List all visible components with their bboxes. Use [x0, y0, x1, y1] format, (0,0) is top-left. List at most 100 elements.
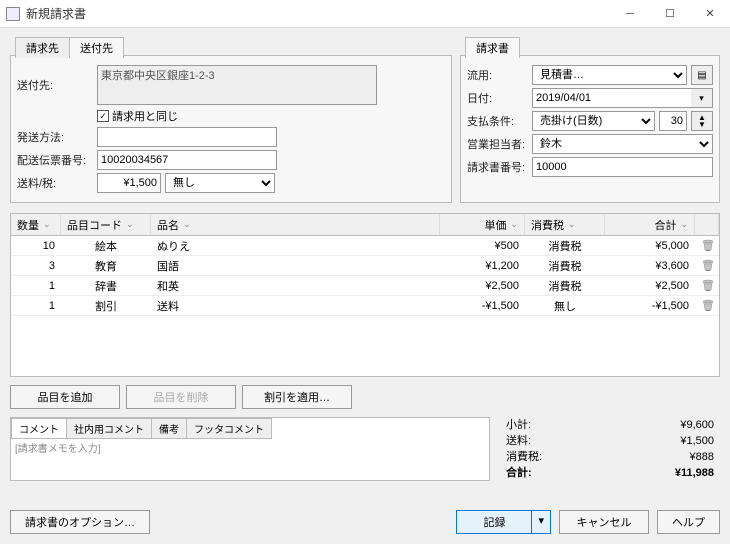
cell-qty: 10: [11, 240, 61, 252]
postage-input[interactable]: [97, 173, 161, 193]
table-row[interactable]: 1辞書和英¥2,500消費税¥2,500🗑: [11, 276, 719, 296]
totals-panel: 小計:¥9,600 送料:¥1,500 消費税:¥888 合計:¥11,988: [500, 417, 720, 481]
cell-name: 送料: [151, 298, 440, 314]
subtotal-label: 小計:: [506, 417, 531, 433]
cancel-button[interactable]: キャンセル: [559, 510, 649, 534]
ship-address-textarea[interactable]: 東京都中央区銀座1-2-3: [97, 65, 377, 105]
window-title: 新規請求書: [26, 5, 610, 22]
col-name[interactable]: 品名⌄: [151, 214, 440, 235]
cell-name: 和英: [151, 278, 440, 294]
cell-price: ¥1,200: [440, 260, 525, 272]
app-icon: [6, 7, 20, 21]
record-button-label: 記録: [456, 510, 532, 534]
table-row[interactable]: 10絵本ぬりえ¥500消費税¥5,000🗑: [11, 236, 719, 256]
table-row[interactable]: 3教育国語¥1,200消費税¥3,600🗑: [11, 256, 719, 276]
reuse-label: 流用:: [467, 67, 532, 83]
total-label: 合計:: [506, 465, 532, 481]
cell-code: 絵本: [61, 238, 151, 254]
chevron-down-icon: ⌄: [510, 219, 518, 230]
cell-price: ¥500: [440, 240, 525, 252]
apply-discount-button[interactable]: 割引を適用…: [242, 385, 352, 409]
row-delete-button[interactable]: 🗑: [695, 239, 719, 252]
date-picker-button[interactable]: ▾: [691, 88, 713, 108]
comment-tab-3[interactable]: 備考: [152, 418, 187, 439]
terms-select[interactable]: 売掛け(日数): [532, 111, 655, 131]
chevron-down-icon: ⌄: [680, 219, 688, 230]
rep-label: 営業担当者:: [467, 136, 532, 152]
table-row[interactable]: 1割引送料-¥1,500無し-¥1,500🗑: [11, 296, 719, 316]
ship-method-label: 発送方法:: [17, 129, 97, 145]
cell-tax: 消費税: [525, 238, 605, 254]
cell-code: 割引: [61, 298, 151, 314]
col-total[interactable]: 合計⌄: [605, 214, 695, 235]
cell-qty: 3: [11, 260, 61, 272]
invoice-no-label: 請求書番号:: [467, 159, 532, 175]
chevron-down-icon: ⌄: [183, 219, 191, 230]
cell-total: ¥5,000: [605, 240, 695, 252]
rep-select[interactable]: 鈴木: [532, 134, 713, 154]
invoice-options-button[interactable]: 請求書のオプション…: [10, 510, 150, 534]
same-as-bill-label: 請求用と同じ: [112, 108, 178, 124]
table-body: 10絵本ぬりえ¥500消費税¥5,000🗑3教育国語¥1,200消費税¥3,60…: [11, 236, 719, 376]
comment-textarea[interactable]: [請求書メモを入力]: [11, 438, 489, 457]
postage-label: 送料/税:: [17, 175, 97, 191]
col-price[interactable]: 単価⌄: [440, 214, 525, 235]
cell-qty: 1: [11, 280, 61, 292]
date-label: 日付:: [467, 90, 532, 106]
cell-total: -¥1,500: [605, 300, 695, 312]
stepper-icon: ▲▼: [698, 114, 706, 128]
check-icon: ✓: [97, 110, 109, 122]
terms-label: 支払条件:: [467, 113, 532, 129]
close-button[interactable]: ✕: [690, 0, 730, 28]
reuse-select[interactable]: 見積書…: [532, 65, 687, 85]
terms-days-stepper[interactable]: ▲▼: [691, 111, 713, 131]
delete-item-button[interactable]: 品目を削除: [126, 385, 236, 409]
comment-tab-4[interactable]: フッタコメント: [187, 418, 272, 439]
col-qty[interactable]: 数量⌄: [11, 214, 61, 235]
chevron-down-icon: ⌄: [568, 219, 576, 230]
col-code[interactable]: 品目コード⌄: [61, 214, 151, 235]
record-button[interactable]: 記録 ▾: [456, 510, 551, 534]
titlebar: 新規請求書 ─ ☐ ✕: [0, 0, 730, 28]
reuse-browse-button[interactable]: ▤: [691, 65, 713, 85]
maximize-button[interactable]: ☐: [650, 0, 690, 28]
table-header: 数量⌄ 品目コード⌄ 品名⌄ 単価⌄ 消費税⌄ 合計⌄: [11, 214, 719, 236]
comment-tab-1[interactable]: コメント: [11, 418, 67, 439]
shipping-label: 送料:: [506, 433, 531, 449]
minimize-button[interactable]: ─: [610, 0, 650, 28]
chevron-down-icon: ⌄: [43, 219, 51, 230]
postage-tax-select[interactable]: 無し: [165, 173, 275, 193]
ship-panel: 請求先 送付先 送付先: 東京都中央区銀座1-2-3 ✓ 請求用と同じ 発送方法…: [10, 55, 452, 203]
cell-price: -¥1,500: [440, 300, 525, 312]
cell-qty: 1: [11, 300, 61, 312]
invoice-no-input[interactable]: [532, 157, 713, 177]
cell-total: ¥2,500: [605, 280, 695, 292]
tab-invoice-to[interactable]: 請求先: [15, 37, 70, 58]
document-icon: ▤: [697, 70, 706, 81]
date-input[interactable]: [532, 88, 692, 108]
cell-tax: 消費税: [525, 278, 605, 294]
terms-days-input[interactable]: [659, 111, 687, 131]
tab-invoice[interactable]: 請求書: [465, 37, 520, 58]
tab-ship-to[interactable]: 送付先: [69, 37, 124, 58]
tracking-label: 配送伝票番号:: [17, 152, 97, 168]
trash-icon: 🗑: [701, 300, 715, 312]
same-as-bill-checkbox[interactable]: ✓ 請求用と同じ: [97, 108, 178, 124]
trash-icon: 🗑: [701, 260, 715, 272]
add-item-button[interactable]: 品目を追加: [10, 385, 120, 409]
help-button[interactable]: ヘルプ: [657, 510, 720, 534]
calendar-icon: ▾: [699, 93, 704, 104]
cell-code: 教育: [61, 258, 151, 274]
col-delete: [695, 214, 719, 235]
row-delete-button[interactable]: 🗑: [695, 299, 719, 312]
cell-code: 辞書: [61, 278, 151, 294]
row-delete-button[interactable]: 🗑: [695, 259, 719, 272]
row-delete-button[interactable]: 🗑: [695, 279, 719, 292]
record-dropdown[interactable]: ▾: [532, 510, 551, 534]
ship-method-input[interactable]: [97, 127, 277, 147]
chevron-down-icon: ⌄: [126, 219, 134, 230]
cell-tax: 無し: [525, 298, 605, 314]
col-tax[interactable]: 消費税⌄: [525, 214, 605, 235]
tracking-input[interactable]: [97, 150, 277, 170]
comment-tab-2[interactable]: 社内用コメント: [67, 418, 152, 439]
